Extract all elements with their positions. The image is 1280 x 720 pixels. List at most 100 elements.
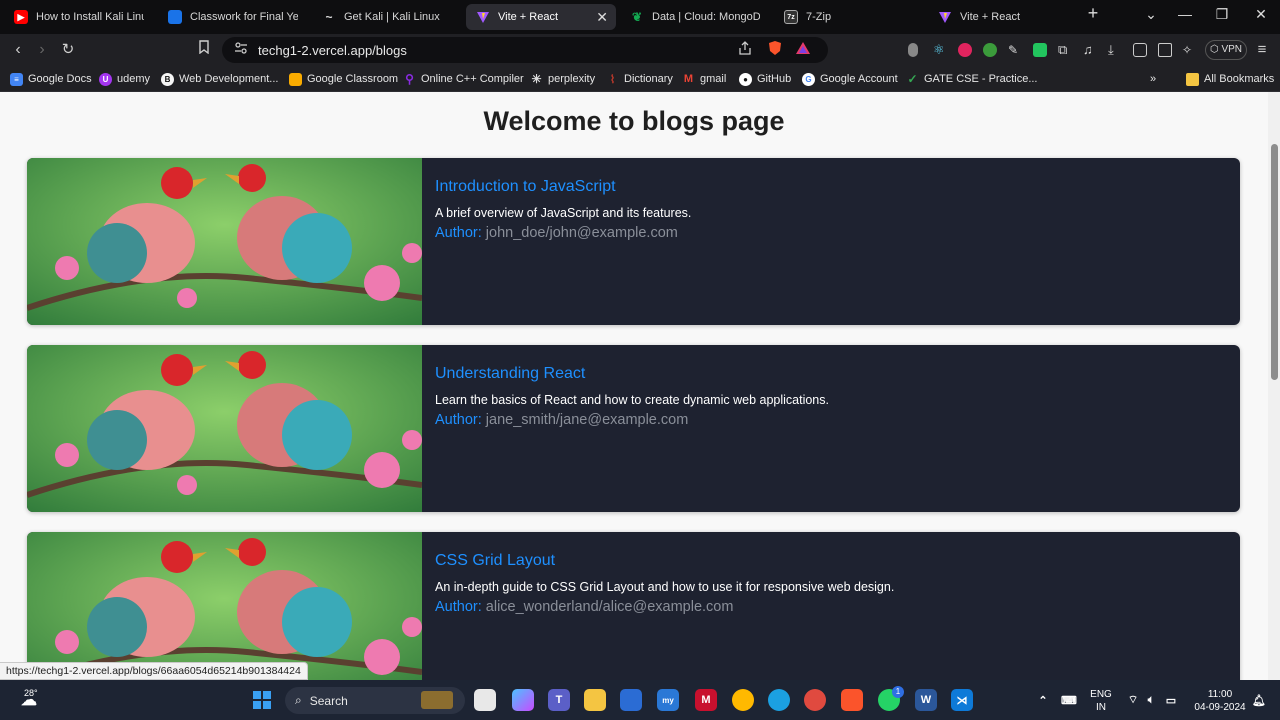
- task-view-icon[interactable]: [474, 689, 496, 711]
- browser-tab[interactable]: Vite + React: [928, 4, 1078, 30]
- copilot-icon[interactable]: [512, 689, 534, 711]
- python-icon[interactable]: [732, 689, 754, 711]
- brave-shield-icon[interactable]: [767, 40, 783, 56]
- browser-tab-active[interactable]: Vite + React ✕: [466, 4, 616, 30]
- bookmark-item[interactable]: Google Classroom: [289, 71, 398, 87]
- windows-start-icon[interactable]: [251, 689, 273, 711]
- mcafee-icon[interactable]: M: [695, 689, 717, 711]
- all-bookmarks-folder[interactable]: All Bookmarks: [1186, 71, 1274, 87]
- page-scrollbar[interactable]: [1268, 92, 1280, 680]
- share-icon[interactable]: [737, 40, 753, 56]
- browser-tab[interactable]: Classwork for Final Year C: [158, 4, 308, 30]
- blog-author: Author: john_doe/john@example.com: [435, 225, 678, 241]
- tree-icon[interactable]: [983, 43, 997, 57]
- bookmark-item[interactable]: ≡ Google Docs: [10, 71, 92, 87]
- tab-title: Vite + React: [960, 11, 1021, 23]
- browser-tab[interactable]: ~ Get Kali | Kali Linux: [312, 4, 462, 30]
- search-highlight-icon: [421, 691, 453, 709]
- volume-icon[interactable]: 🔈︎: [1140, 689, 1162, 711]
- blog-title[interactable]: Introduction to JavaScript: [435, 178, 616, 196]
- clock-time: 11:00: [1207, 689, 1233, 700]
- edge-icon[interactable]: [768, 689, 790, 711]
- recorder-icon[interactable]: [958, 43, 972, 57]
- blog-card[interactable]: CSS Grid Layout An in-depth guide to CSS…: [27, 532, 1240, 680]
- vscode-icon[interactable]: ⋊: [951, 689, 973, 711]
- bookmark-label: gmail: [700, 73, 727, 85]
- keyboard-icon[interactable]: ⌨: [1058, 689, 1080, 711]
- vpn-label: VPN: [1221, 44, 1243, 55]
- teams-icon[interactable]: T: [548, 689, 570, 711]
- scrollbar-thumb[interactable]: [1271, 144, 1278, 380]
- word-icon[interactable]: W: [915, 689, 937, 711]
- extension-icon[interactable]: [908, 43, 918, 57]
- bookmark-label: Google Docs: [28, 73, 92, 85]
- bookmark-item[interactable]: B Web Development...: [161, 71, 278, 87]
- sidebar-icon[interactable]: [1133, 43, 1147, 57]
- browser-tab[interactable]: ▶ How to Install Kali Linux in: [4, 4, 154, 30]
- mysql-icon[interactable]: my: [657, 689, 679, 711]
- react-devtools-icon[interactable]: ⚛: [933, 43, 947, 57]
- folder-icon: [1186, 72, 1199, 86]
- classroom-icon: [289, 72, 302, 86]
- chrome-icon[interactable]: [804, 689, 826, 711]
- bookmark-item[interactable]: U udemy: [99, 71, 150, 87]
- leo-ai-icon[interactable]: ✧: [1182, 43, 1196, 57]
- reload-icon[interactable]: ↻: [58, 40, 78, 60]
- clock[interactable]: 11:00 04-09-2024: [1188, 688, 1252, 714]
- restore-icon[interactable]: ❐: [1211, 6, 1233, 23]
- language-indicator[interactable]: ENG IN: [1086, 688, 1116, 714]
- browser-tab-strip: ▶ How to Install Kali Linux in Classwork…: [0, 0, 1280, 34]
- blog-card[interactable]: Introduction to JavaScript A brief overv…: [27, 158, 1240, 325]
- forward-icon[interactable]: ›: [32, 40, 52, 60]
- blog-description: A brief overview of JavaScript and its f…: [435, 206, 692, 220]
- eyedropper-icon[interactable]: ✎: [1008, 43, 1022, 57]
- battery-icon[interactable]: ▭: [1160, 689, 1182, 711]
- author-value: jane_smith/jane@example.com: [485, 412, 689, 428]
- docs-icon: ≡: [10, 72, 23, 86]
- brave-icon[interactable]: [841, 689, 863, 711]
- bookmark-item[interactable]: G Google Account: [802, 71, 898, 87]
- dictionary-icon: ⌇: [609, 73, 616, 86]
- file-explorer-icon[interactable]: [584, 689, 606, 711]
- close-tab-icon[interactable]: ✕: [596, 9, 608, 26]
- back-icon[interactable]: ‹: [8, 40, 28, 60]
- blog-title[interactable]: Understanding React: [435, 365, 585, 383]
- chevron-down-icon[interactable]: ⌄: [1140, 6, 1162, 23]
- bookmark-item[interactable]: ⚲ Online C++ Compiler: [403, 71, 524, 87]
- minimize-icon[interactable]: —: [1174, 6, 1196, 22]
- blog-card[interactable]: Understanding React Learn the basics of …: [27, 345, 1240, 512]
- bookmark-item[interactable]: ⌇ Dictionary: [606, 71, 673, 87]
- bookmark-item[interactable]: ✓ GATE CSE - Practice...: [906, 71, 1037, 87]
- tray-chevron-icon[interactable]: ⌃: [1032, 689, 1054, 711]
- browser-tab[interactable]: 7z 7-Zip: [774, 4, 924, 30]
- puzzle-icon[interactable]: ⧉: [1058, 43, 1072, 57]
- region-code: IN: [1096, 702, 1106, 713]
- author-label: Author:: [435, 599, 482, 615]
- new-tab-button[interactable]: +: [1082, 3, 1104, 24]
- music-icon[interactable]: ♫: [1083, 43, 1097, 57]
- bookmarks-overflow-button[interactable]: »: [1150, 71, 1156, 87]
- brave-rewards-icon[interactable]: [795, 40, 811, 56]
- bookmark-icon[interactable]: [194, 40, 214, 60]
- bookmarks-bar: ≡ Google Docs U udemy B Web Development.…: [0, 66, 1280, 92]
- taskbar-search[interactable]: ⌕ Search: [285, 687, 465, 714]
- store-icon[interactable]: [620, 689, 642, 711]
- notification-bell-icon[interactable]: 🔔︎: [1248, 689, 1270, 711]
- bookmark-item[interactable]: ✳ perplexity: [530, 71, 595, 87]
- bookmark-item[interactable]: ● GitHub: [739, 71, 791, 87]
- bookmark-label: GitHub: [757, 73, 792, 85]
- menu-icon[interactable]: ≡: [1252, 40, 1272, 60]
- wallet-icon[interactable]: [1158, 43, 1172, 57]
- site-info-icon[interactable]: [234, 41, 248, 59]
- status-bar-url: https://techg1-2.vercel.app/blogs/66aa60…: [0, 662, 308, 680]
- bookmark-item[interactable]: M gmail: [682, 71, 726, 87]
- github-icon: ●: [739, 72, 752, 86]
- vpn-button[interactable]: ⬡ VPN: [1205, 40, 1247, 60]
- download-icon[interactable]: ⤓: [1108, 43, 1122, 57]
- blog-title[interactable]: CSS Grid Layout: [435, 552, 555, 570]
- bookmark-label: Google Account: [820, 73, 898, 85]
- browser-tab[interactable]: ❦ Data | Cloud: MongoDB C: [620, 4, 770, 30]
- tab-title: Classwork for Final Year C: [190, 11, 298, 23]
- lock-extension-icon[interactable]: [1033, 43, 1047, 57]
- close-window-icon[interactable]: ✕: [1250, 6, 1272, 23]
